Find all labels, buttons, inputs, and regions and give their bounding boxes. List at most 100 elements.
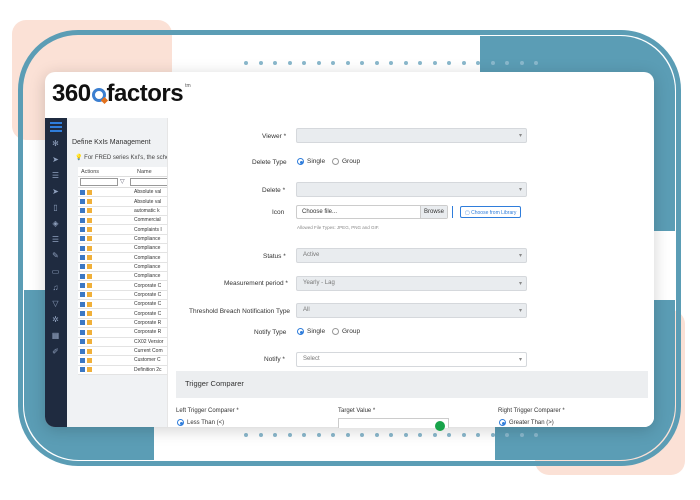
browse-button[interactable]: Browse bbox=[420, 206, 447, 218]
table-row[interactable]: Corporate C bbox=[78, 309, 178, 319]
document-icon[interactable] bbox=[87, 236, 92, 242]
edit-icon[interactable] bbox=[80, 208, 85, 214]
image-icon: ▢ bbox=[465, 210, 470, 216]
edit-icon[interactable] bbox=[80, 311, 85, 317]
table-row[interactable]: Corporate C bbox=[78, 281, 178, 291]
table-row[interactable]: Absolute val bbox=[78, 197, 178, 207]
edit-icon[interactable] bbox=[80, 245, 85, 251]
edit-icon[interactable] bbox=[80, 301, 85, 307]
edit-icon[interactable] bbox=[80, 283, 85, 289]
database-icon[interactable]: ☰ bbox=[51, 236, 60, 244]
status-select[interactable]: Active bbox=[296, 248, 527, 263]
gear-icon[interactable]: ✲ bbox=[51, 316, 60, 324]
edit-icon[interactable] bbox=[80, 199, 85, 205]
row-actions bbox=[78, 189, 134, 195]
database-icon[interactable]: ☰ bbox=[51, 172, 60, 180]
table-row[interactable]: Corporate C bbox=[78, 291, 178, 301]
sidebar: ✻ ➤ ☰ ➤ ▯ ◈ ☰ ✎ ▭ ♫ ▽ ✲ ▦ ✐ bbox=[45, 118, 67, 427]
table-row[interactable]: CX02 Versior bbox=[78, 338, 178, 347]
target-value-input[interactable] bbox=[338, 418, 449, 431]
status-dot-icon bbox=[435, 421, 445, 431]
table-row[interactable]: Complaints I bbox=[78, 225, 178, 235]
edit-icon[interactable] bbox=[80, 227, 85, 233]
table-row[interactable]: Corporate R bbox=[78, 328, 178, 338]
document-icon[interactable] bbox=[87, 320, 92, 326]
name-filter-input[interactable] bbox=[129, 178, 170, 186]
document-icon[interactable] bbox=[87, 264, 92, 270]
nodes-icon[interactable]: ✻ bbox=[51, 140, 60, 148]
edit-icon[interactable] bbox=[80, 217, 85, 223]
document-icon[interactable] bbox=[87, 367, 92, 373]
send-icon[interactable]: ➤ bbox=[51, 156, 60, 164]
table-row[interactable]: Corporate C bbox=[78, 300, 178, 310]
table-row[interactable]: automatic k bbox=[78, 207, 178, 217]
document-icon[interactable] bbox=[87, 339, 92, 345]
edit-icon[interactable] bbox=[80, 236, 85, 242]
document-icon[interactable] bbox=[87, 301, 92, 307]
edit-icon[interactable] bbox=[80, 292, 85, 298]
viewer-label: Viewer * bbox=[262, 133, 287, 140]
filter-icon[interactable]: ▽ bbox=[120, 178, 125, 187]
document-icon[interactable] bbox=[87, 348, 92, 354]
grid-icon[interactable]: ▦ bbox=[51, 332, 60, 340]
edit-icon[interactable] bbox=[80, 329, 85, 335]
document-icon[interactable] bbox=[87, 273, 92, 279]
notify-type-group-radio[interactable]: Group bbox=[332, 328, 360, 335]
pencil-icon[interactable]: ✐ bbox=[51, 348, 60, 356]
edit-icon[interactable] bbox=[80, 320, 85, 326]
edit-icon[interactable] bbox=[80, 273, 85, 279]
document-icon[interactable] bbox=[87, 227, 92, 233]
table-row[interactable]: Corporate R bbox=[78, 319, 178, 329]
document-icon[interactable] bbox=[87, 292, 92, 298]
threshold-label: Threshold Breach Notification Type bbox=[189, 308, 291, 315]
menu-icon[interactable] bbox=[50, 122, 62, 134]
edit-icon[interactable] bbox=[80, 348, 85, 354]
document-icon[interactable] bbox=[87, 283, 92, 289]
right-trigger-radio[interactable]: Greater Than (>) bbox=[499, 419, 554, 426]
edit-icon[interactable] bbox=[80, 264, 85, 270]
bell-icon[interactable]: ♫ bbox=[51, 284, 60, 292]
table-row[interactable]: Compliance bbox=[78, 244, 178, 254]
edit-icon[interactable] bbox=[80, 367, 85, 373]
document-icon[interactable] bbox=[87, 329, 92, 335]
table-row[interactable]: Compliance bbox=[78, 253, 178, 263]
document-icon[interactable] bbox=[87, 189, 92, 195]
edit-icon[interactable] bbox=[80, 189, 85, 195]
notify-type-single-radio[interactable]: Single bbox=[297, 328, 325, 335]
delete-type-single-radio[interactable]: Single bbox=[297, 158, 325, 165]
monitor-icon[interactable]: ▭ bbox=[51, 268, 60, 276]
phone-icon[interactable]: ▯ bbox=[51, 204, 60, 212]
edit-icon[interactable] bbox=[80, 357, 85, 363]
table-row[interactable]: Compliance bbox=[78, 263, 178, 273]
delete-type-group-radio[interactable]: Group bbox=[332, 158, 360, 165]
document-icon[interactable] bbox=[87, 245, 92, 251]
table-row[interactable]: Commercial bbox=[78, 216, 178, 226]
table-row[interactable]: Compliance bbox=[78, 272, 178, 282]
notify-select[interactable]: Select bbox=[296, 352, 527, 367]
table-row[interactable]: Absolute val bbox=[78, 188, 178, 198]
document-icon[interactable] bbox=[87, 357, 92, 363]
left-trigger-radio[interactable]: Less Than (<) bbox=[177, 419, 224, 426]
choose-from-library-button[interactable]: ▢ Choose from Library bbox=[460, 206, 522, 218]
document-icon[interactable] bbox=[87, 255, 92, 261]
edit-icon[interactable] bbox=[80, 339, 85, 345]
threshold-select[interactable]: All bbox=[296, 303, 527, 318]
table-row[interactable]: Definition 2c bbox=[78, 366, 178, 375]
document-icon[interactable] bbox=[87, 311, 92, 317]
measurement-period-select[interactable]: Yearly - Lag bbox=[296, 276, 527, 291]
shield-icon[interactable]: ◈ bbox=[51, 220, 60, 228]
document-icon[interactable] bbox=[87, 208, 92, 214]
wrench-icon[interactable]: ✎ bbox=[51, 252, 60, 260]
table-row[interactable]: Customer C bbox=[78, 356, 178, 366]
edit-icon[interactable] bbox=[80, 255, 85, 261]
delete-select[interactable] bbox=[296, 182, 527, 197]
viewer-select[interactable] bbox=[296, 128, 527, 143]
icon-file-input[interactable]: Choose file... Browse bbox=[296, 205, 448, 219]
send-icon[interactable]: ➤ bbox=[51, 188, 60, 196]
document-icon[interactable] bbox=[87, 199, 92, 205]
table-row[interactable]: Current Com bbox=[78, 347, 178, 357]
filter-icon[interactable]: ▽ bbox=[51, 300, 60, 308]
actions-filter-input[interactable] bbox=[80, 178, 118, 186]
table-row[interactable]: Compliance bbox=[78, 235, 178, 245]
document-icon[interactable] bbox=[87, 217, 92, 223]
